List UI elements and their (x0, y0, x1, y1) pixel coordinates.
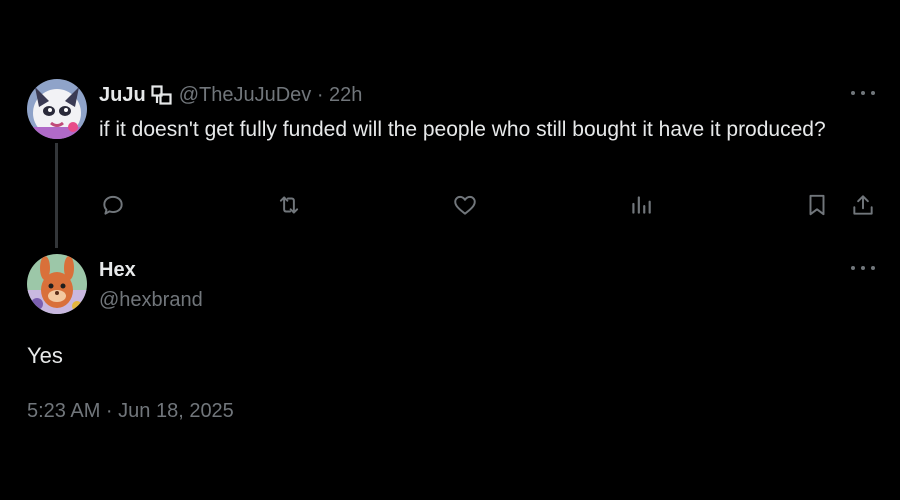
more-dot (861, 91, 865, 95)
more-icon[interactable] (851, 263, 875, 273)
avatar-hex[interactable] (27, 254, 87, 314)
parent-tweet[interactable]: JuJu @TheJuJuDev · 22h if it doesn't get… (0, 0, 900, 250)
author-name[interactable]: JuJu (99, 84, 146, 107)
avatar-juju[interactable] (27, 79, 87, 139)
more-dot (851, 91, 855, 95)
parent-tweet-header: JuJu @TheJuJuDev · 22h (99, 84, 362, 106)
bookmark-icon[interactable] (802, 190, 832, 220)
author-handle-time[interactable]: @TheJuJuDev · 22h (179, 84, 363, 107)
repost-icon[interactable] (274, 190, 304, 220)
reply-tweet-text: Yes (27, 343, 63, 368)
parent-tweet-text: if it doesn't get fully funded will the … (99, 118, 826, 141)
reply-author-name[interactable]: Hex (99, 259, 136, 282)
more-dot (871, 266, 875, 270)
reply-icon[interactable] (98, 190, 128, 220)
tweet-thread: JuJu @TheJuJuDev · 22h if it doesn't get… (0, 0, 900, 500)
more-dot (871, 91, 875, 95)
share-icon[interactable] (848, 190, 878, 220)
action-bar (0, 190, 900, 220)
affiliation-badge-icon[interactable] (151, 85, 173, 105)
views-icon[interactable] (626, 190, 656, 220)
more-dot (861, 266, 865, 270)
reply-timestamp[interactable]: 5:23 AM · Jun 18, 2025 (27, 400, 234, 423)
more-dot (851, 266, 855, 270)
like-icon[interactable] (450, 190, 480, 220)
reply-author-handle[interactable]: @hexbrand (99, 289, 203, 312)
more-icon[interactable] (851, 88, 875, 98)
